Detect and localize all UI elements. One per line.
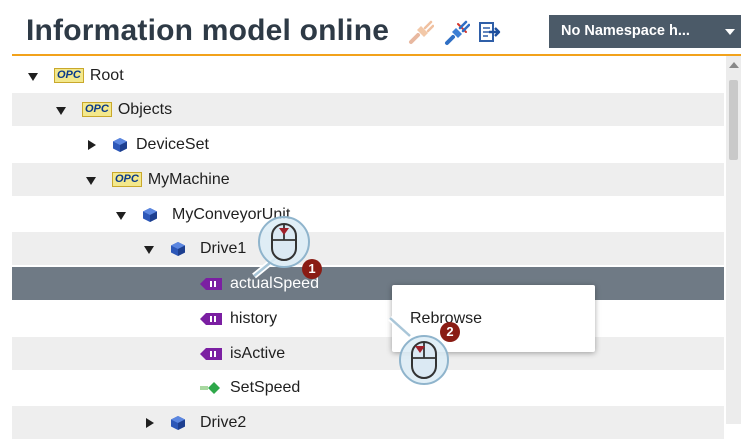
- variable-icon: [200, 347, 222, 360]
- connect-icon[interactable]: [444, 20, 470, 46]
- opc-folder-icon: OPC: [54, 68, 84, 83]
- disconnect-icon[interactable]: [408, 20, 434, 46]
- namespace-dropdown-label: No Namespace h...: [561, 23, 690, 39]
- tree-node-label: isActive: [230, 344, 286, 362]
- tree-row[interactable]: history: [12, 302, 724, 335]
- opc-folder-icon: OPC: [112, 172, 142, 187]
- tree-node-label: DeviceSet: [136, 135, 209, 153]
- step-number-badge: 1: [302, 259, 322, 279]
- expand-arrow-icon[interactable]: [84, 173, 98, 187]
- object-cube-icon: [143, 207, 157, 222]
- variable-icon: [200, 312, 222, 325]
- information-model-tree: OPC Root OPC Objects DeviceSet OPC MyMac…: [0, 56, 741, 439]
- panel-header: Information model online No Namespace h.…: [0, 0, 741, 56]
- tree-node-label: Drive1: [200, 239, 247, 257]
- tree-row[interactable]: SetSpeed: [12, 371, 724, 404]
- callout-step-2: 2: [380, 306, 470, 386]
- mouse-left-click-icon: [387, 315, 449, 385]
- tree-row-selected[interactable]: actualSpeed: [12, 267, 724, 300]
- method-icon: [200, 381, 220, 394]
- opc-folder-icon: OPC: [82, 102, 112, 117]
- tree-node-label: Root: [89, 66, 124, 84]
- chevron-down-icon: [725, 29, 735, 35]
- namespace-dropdown[interactable]: No Namespace h...: [549, 15, 741, 48]
- tree-row[interactable]: MyConveyorUnit: [12, 198, 724, 231]
- collapse-arrow-icon[interactable]: [142, 416, 156, 430]
- object-cube-icon: [171, 241, 185, 256]
- panel-title: Information model online: [26, 14, 390, 47]
- tree-row[interactable]: OPC Root: [12, 59, 724, 92]
- callout-step-1: 1: [246, 214, 326, 284]
- tree-node-label: SetSpeed: [230, 378, 301, 396]
- tree-node-label: Objects: [117, 100, 173, 118]
- tree-row[interactable]: Drive2: [12, 406, 724, 439]
- tree-node-label: MyMachine: [147, 170, 230, 188]
- variable-icon: [200, 277, 222, 290]
- tree-node-label: Drive2: [200, 413, 247, 431]
- expand-arrow-icon[interactable]: [142, 242, 156, 256]
- tree-row[interactable]: Drive1: [12, 232, 724, 265]
- tree-row[interactable]: OPC Objects: [12, 93, 724, 126]
- export-icon[interactable]: [477, 20, 503, 46]
- expand-arrow-icon[interactable]: [26, 69, 40, 83]
- object-cube-icon: [113, 137, 127, 152]
- object-cube-icon: [171, 415, 185, 430]
- tree-row[interactable]: isActive: [12, 337, 724, 370]
- expand-arrow-icon[interactable]: [114, 208, 128, 222]
- tree-row[interactable]: DeviceSet: [12, 128, 724, 161]
- expand-arrow-icon[interactable]: [54, 103, 68, 117]
- tree-node-label: history: [230, 309, 278, 327]
- step-number-badge: 2: [440, 322, 460, 342]
- tree-row[interactable]: OPC MyMachine: [12, 163, 724, 196]
- collapse-arrow-icon[interactable]: [84, 138, 98, 152]
